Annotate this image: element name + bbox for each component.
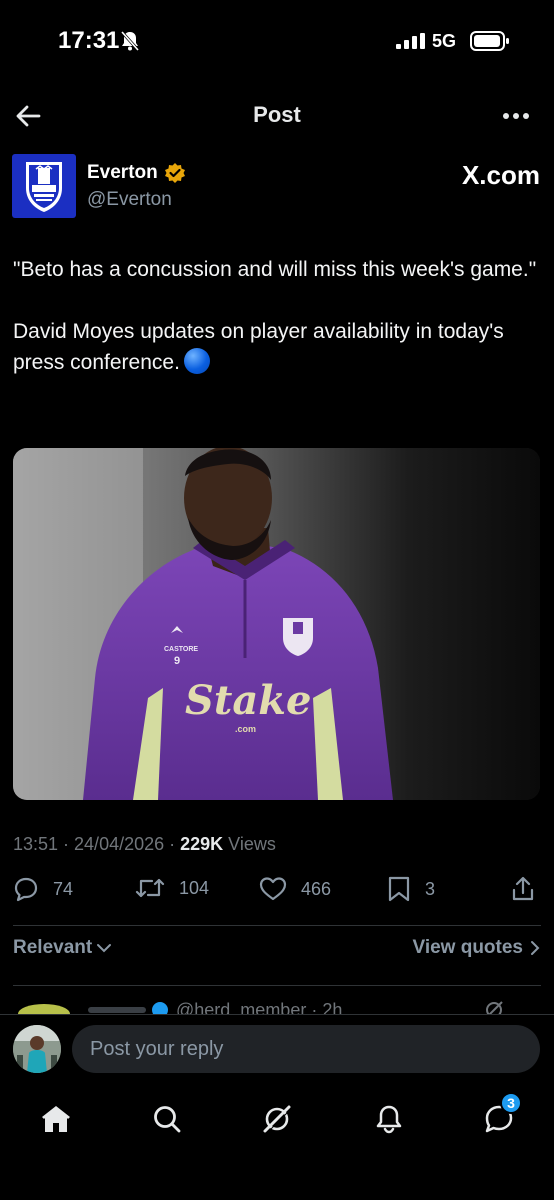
chevron-right-icon — [531, 941, 540, 955]
post-actions: 74 104 466 3 — [13, 876, 541, 912]
everton-crest-avatar[interactable] — [12, 154, 76, 218]
post-paragraph-2: David Moyes updates on player availabili… — [13, 316, 543, 378]
home-indicator-area — [0, 1152, 554, 1200]
like-count: 466 — [301, 878, 332, 899]
page-title: Post — [253, 102, 301, 127]
like-button[interactable]: 466 — [259, 876, 331, 902]
views-count[interactable]: 229K — [180, 834, 223, 854]
cellular-signal-icon — [396, 33, 426, 54]
first-reply-peek[interactable]: @herd_member · 2h — [0, 998, 554, 1014]
post-author: Everton @Everton X.com — [12, 154, 542, 218]
author-name[interactable]: Everton — [87, 162, 158, 184]
post-image[interactable]: CASTORE 9 Stake .com — [13, 448, 540, 800]
network-type: 5G — [432, 31, 457, 51]
tab-messages[interactable]: 3 — [474, 1092, 524, 1144]
tab-search[interactable] — [142, 1094, 192, 1144]
more-options-button[interactable] — [498, 100, 534, 132]
bookmark-button[interactable]: 3 — [387, 876, 435, 902]
heart-icon — [259, 877, 287, 901]
tab-notifications[interactable] — [364, 1094, 414, 1144]
kit-brand-text: CASTORE — [164, 646, 198, 653]
user-avatar[interactable] — [13, 1025, 61, 1073]
bottom-tab-bar: 3 — [0, 1082, 554, 1152]
reply-peek-row: @herd_member · 2h — [18, 1000, 503, 1014]
post-timestamp: 13:51 · 24/04/2026 · — [13, 834, 181, 854]
repost-count: 104 — [179, 877, 210, 898]
tab-home[interactable] — [31, 1094, 81, 1144]
player-photo: CASTORE 9 Stake .com — [13, 448, 540, 800]
bookmark-icon — [388, 876, 410, 902]
home-icon — [42, 1106, 70, 1132]
status-bar: 17:31 5G — [0, 0, 554, 80]
divider — [13, 925, 541, 926]
chevron-down-icon — [97, 944, 112, 953]
views-label: Views — [223, 834, 276, 854]
reply-icon — [14, 877, 38, 902]
source-watermark: X.com — [461, 160, 540, 190]
view-quotes-label: View quotes — [412, 937, 523, 958]
post-body: "Beto has a concussion and will miss thi… — [13, 254, 543, 409]
status-time: 17:31 — [58, 27, 120, 54]
reply-input[interactable] — [72, 1025, 540, 1073]
post-paragraph-1: "Beto has a concussion and will miss thi… — [13, 258, 537, 281]
reply-composer-bar — [0, 1014, 554, 1082]
share-icon — [512, 876, 534, 901]
gold-verified-badge-icon — [164, 163, 185, 183]
repost-button[interactable]: 104 — [135, 876, 209, 900]
bell-icon — [376, 1105, 402, 1134]
repost-icon — [135, 878, 165, 898]
post-meta: 13:51 · 24/04/2026 · 229K Views — [13, 834, 276, 855]
bookmark-count: 3 — [425, 878, 436, 899]
sort-relevant-dropdown[interactable]: Relevant — [13, 937, 112, 959]
bell-off-icon — [120, 30, 140, 57]
blue-circle-emoji-icon — [183, 348, 210, 374]
replies-sort-row: Relevant View quotes — [13, 937, 541, 965]
tab-grok[interactable] — [252, 1094, 302, 1144]
divider — [13, 985, 541, 986]
battery-icon — [470, 31, 510, 56]
sponsor-text: Stake — [185, 677, 311, 724]
share-button[interactable] — [511, 876, 535, 902]
grok-icon — [263, 1105, 292, 1134]
post-paragraph-2-text: David Moyes updates on player availabili… — [13, 320, 504, 374]
more-dots-icon — [503, 113, 529, 119]
author-handle[interactable]: @Everton — [87, 189, 172, 211]
sponsor-sub-text: .com — [235, 724, 256, 734]
reply-count: 74 — [53, 878, 74, 899]
search-icon — [154, 1106, 181, 1133]
post-header: Post — [0, 90, 554, 140]
reply-peek-handle: @herd_member · 2h — [176, 1000, 342, 1014]
reply-button[interactable]: 74 — [13, 876, 73, 902]
sort-label: Relevant — [13, 937, 93, 958]
messages-badge: 3 — [500, 1092, 522, 1114]
squad-number-text: 9 — [174, 655, 180, 667]
view-quotes-link[interactable]: View quotes — [412, 937, 541, 959]
